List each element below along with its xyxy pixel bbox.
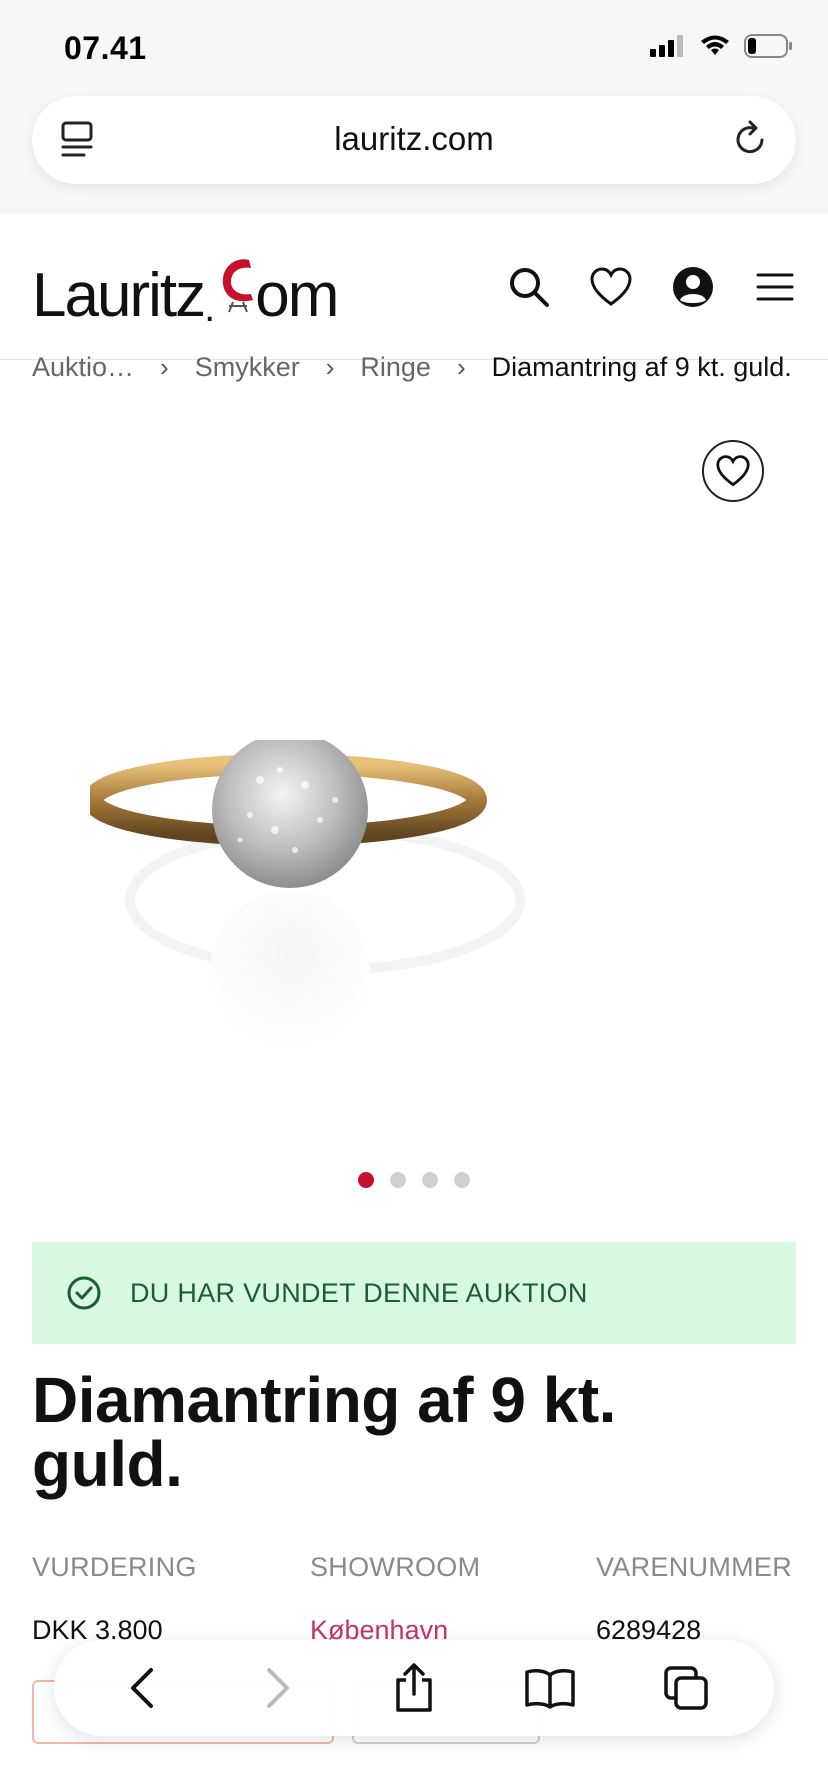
auction-won-text: DU HAR VUNDET DENNE AUKTION [130,1277,588,1308]
breadcrumb-item-current: Diamantring af 9 kt. guld. [491,352,792,382]
auction-won-banner: DU HAR VUNDET DENNE AUKTION [32,1242,796,1344]
site-header: Lauritz . om [0,214,828,360]
gallery-dot-2[interactable] [390,1172,406,1188]
info-showroom: SHOWROOM København [310,1552,480,1646]
bookmarks-button[interactable] [520,1658,580,1718]
info-label: SHOWROOM [310,1552,481,1582]
status-icons [650,34,794,58]
wifi-icon [701,35,729,55]
search-icon[interactable] [506,264,552,310]
check-circle-icon [67,1276,101,1310]
chevron-left-icon [131,1668,153,1708]
tabs-icon [664,1666,708,1710]
gallery-dot-1[interactable] [358,1172,374,1188]
share-icon [396,1663,432,1712]
url-text[interactable]: lauritz.com [32,120,796,158]
logo-chair-icon [215,254,259,331]
share-button[interactable] [384,1658,444,1718]
signal-icon [650,35,683,57]
breadcrumb-item-smykker[interactable]: Smykker [195,352,300,383]
site-logo[interactable]: Lauritz . om [32,254,339,331]
product-image-gallery[interactable] [0,410,828,1160]
address-bar[interactable]: lauritz.com [32,96,796,184]
chevron-right-icon: › [160,352,169,382]
gallery-dot-3[interactable] [422,1172,438,1188]
favorite-button[interactable] [702,440,764,502]
browser-toolbar [54,1640,774,1736]
menu-icon[interactable] [752,264,798,310]
gallery-pagination [0,1172,828,1188]
breadcrumb-item-ringe[interactable]: Ringe [360,352,431,383]
chevron-right-icon: › [325,352,335,382]
info-valuation: VURDERING DKK 3.800 [32,1552,197,1646]
gallery-dot-4[interactable] [454,1172,470,1188]
info-label: VARENUMMER [596,1552,793,1582]
user-icon[interactable] [670,264,716,310]
logo-text-right: om [255,261,339,330]
chevron-right-icon [267,1668,289,1708]
info-label: VURDERING [32,1552,197,1582]
logo-dot: . [204,286,215,330]
back-button[interactable] [112,1658,172,1718]
product-photo-ring [90,740,525,1050]
logo-text-left: Lauritz [32,261,206,330]
tabs-button[interactable] [656,1658,716,1718]
forward-button[interactable] [248,1658,308,1718]
heart-icon[interactable] [588,264,634,310]
chevron-right-icon: › [456,352,466,382]
breadcrumb-item-auktioner[interactable]: Auktio… [32,352,134,383]
heart-icon [716,455,750,487]
reload-icon[interactable] [732,118,770,165]
status-time: 07.41 [64,30,147,66]
product-title: Diamantring af 9 kt. guld. [32,1364,616,1500]
info-item-number: VARENUMMER 6289428 [596,1552,792,1646]
header-icons [506,264,798,310]
breadcrumb: Auktio… › Smykker › Ringe › Diamantring … [32,352,828,383]
battery-icon [744,34,792,58]
book-icon [525,1669,575,1709]
